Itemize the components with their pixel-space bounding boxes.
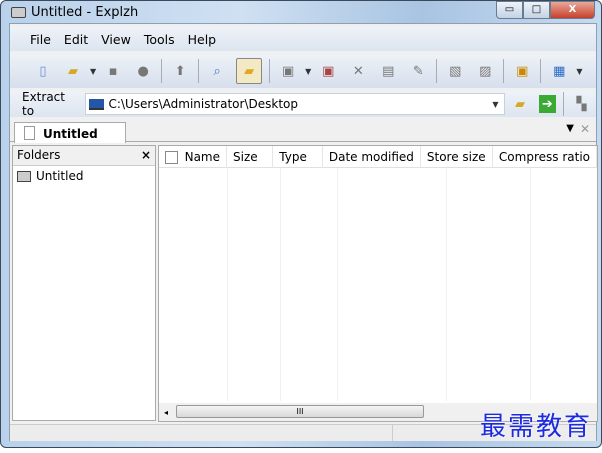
computer-icon: [88, 98, 104, 110]
col-compress-ratio[interactable]: Compress ratio: [493, 146, 597, 168]
menu-file[interactable]: File: [30, 32, 51, 47]
document-icon: [24, 126, 35, 140]
col-size[interactable]: Size: [227, 146, 274, 168]
browse-folder-icon[interactable]: ▰: [509, 93, 530, 115]
close-button[interactable]: X: [550, 1, 595, 19]
tab-label: Untitled: [43, 127, 98, 141]
watermark: 最需教育: [480, 412, 593, 442]
extract-bar: Extract to C:\Users\Administrator\Deskto…: [10, 90, 596, 118]
folders-title: Folders: [17, 148, 61, 162]
menu-edit[interactable]: Edit: [64, 32, 88, 47]
add-icon[interactable]: ▣: [277, 60, 299, 82]
tab-close-icon[interactable]: ✕: [580, 122, 590, 136]
folder-item[interactable]: Untitled: [13, 166, 155, 186]
sfx-icon[interactable]: ▣: [511, 60, 533, 82]
select-all-checkbox[interactable]: [165, 150, 178, 164]
test-icon[interactable]: ●: [132, 60, 154, 82]
window-title: Untitled - Explzh: [31, 5, 139, 20]
folder-label: Untitled: [36, 169, 84, 183]
tab-list-icon[interactable]: ▼: [566, 123, 574, 134]
extract-label: Extract to: [22, 90, 65, 118]
new-icon[interactable]: ▣: [317, 60, 339, 82]
folders-pane: Folders × Untitled: [12, 145, 156, 421]
new-archive-icon[interactable]: ▯: [32, 60, 54, 82]
extract-path-combo[interactable]: C:\Users\Administrator\Desktop ▼: [84, 93, 506, 115]
open-dropdown-icon[interactable]: ▼: [90, 67, 96, 76]
menu-help[interactable]: Help: [188, 32, 217, 47]
delete-icon[interactable]: ✕: [347, 60, 369, 82]
properties-icon[interactable]: ▤: [377, 60, 399, 82]
scrollbar-thumb[interactable]: III: [176, 405, 424, 418]
col-store-size[interactable]: Store size: [421, 146, 493, 168]
view-mode-dropdown-icon[interactable]: ▼: [576, 67, 582, 76]
col-date-modified[interactable]: Date modified: [323, 146, 421, 168]
file-list[interactable]: Name Size Type Date modified Store size …: [158, 145, 598, 422]
path-dropdown-icon[interactable]: ▼: [492, 100, 498, 109]
col-name[interactable]: Name: [185, 150, 220, 164]
add-dropdown-icon[interactable]: ▼: [305, 67, 311, 76]
maximize-button[interactable]: □: [523, 1, 550, 19]
folder-icon[interactable]: ▰: [236, 58, 263, 84]
extract-icon[interactable]: ▧: [444, 60, 466, 82]
settings-icon[interactable]: ✎: [407, 60, 429, 82]
scroll-left-icon[interactable]: ◂: [164, 408, 168, 417]
folders-close-button[interactable]: ×: [141, 148, 151, 163]
window: Untitled - Explzh ▭ □ X File Edit View T…: [0, 0, 602, 448]
tab-untitled[interactable]: Untitled: [14, 122, 126, 143]
go-extract-icon[interactable]: ➔: [538, 95, 556, 113]
toolbar: ▯ ▰ ▼ ▪ ● ⬆ ⌕ ▰ ▣ ▼ ▣ ✕ ▤ ✎ ▧ ▨ ▣ ▦ ▼: [10, 54, 596, 88]
extract-path: C:\Users\Administrator\Desktop: [108, 97, 298, 111]
up-icon[interactable]: ⬆: [169, 60, 191, 82]
app-icon: [11, 7, 26, 18]
copy-icon[interactable]: ▚: [571, 93, 592, 115]
archive-icon: [17, 170, 31, 182]
view-icon[interactable]: ⌕: [206, 60, 228, 82]
open-icon[interactable]: ▰: [62, 60, 84, 82]
view-mode-icon[interactable]: ▦: [548, 60, 570, 82]
save-icon[interactable]: ▪: [102, 60, 124, 82]
convert-icon[interactable]: ▨: [474, 60, 496, 82]
menu-tools[interactable]: Tools: [144, 32, 175, 47]
col-type[interactable]: Type: [273, 146, 323, 168]
menu-view[interactable]: View: [101, 32, 131, 47]
minimize-button[interactable]: ▭: [496, 1, 523, 19]
menu-bar: File Edit View Tools Help: [10, 27, 596, 51]
